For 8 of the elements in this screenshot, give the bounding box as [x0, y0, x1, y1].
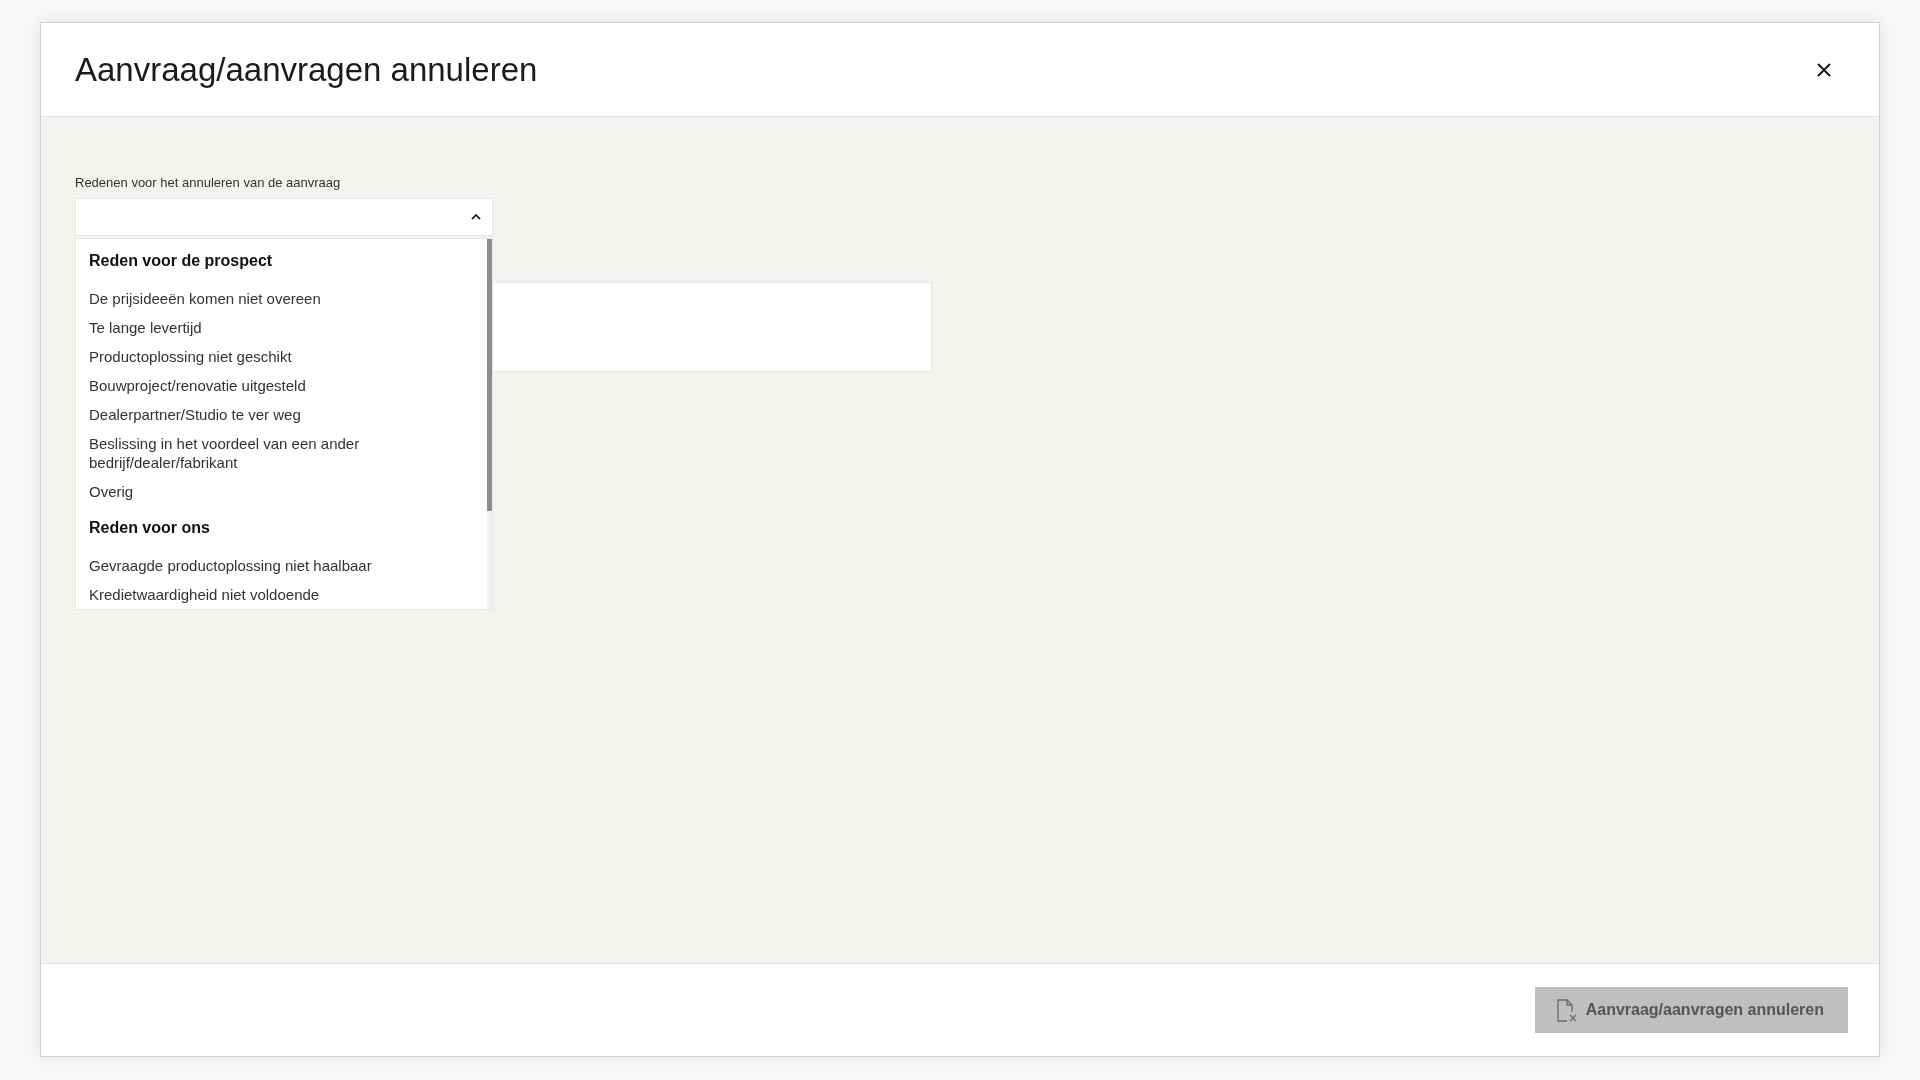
close-button[interactable]: [1817, 62, 1831, 77]
dialog-title: Aanvraag/aanvragen annuleren: [75, 50, 538, 89]
close-icon: [1817, 62, 1831, 77]
scrollbar[interactable]: [487, 239, 492, 609]
field-label: Redenen voor het annuleren van de aanvraag: [75, 175, 341, 191]
group-heading: Reden voor de prospect: [89, 251, 274, 271]
document-cross-icon: [1556, 998, 1577, 1022]
group-heading: Reden voor ons: [89, 518, 211, 538]
